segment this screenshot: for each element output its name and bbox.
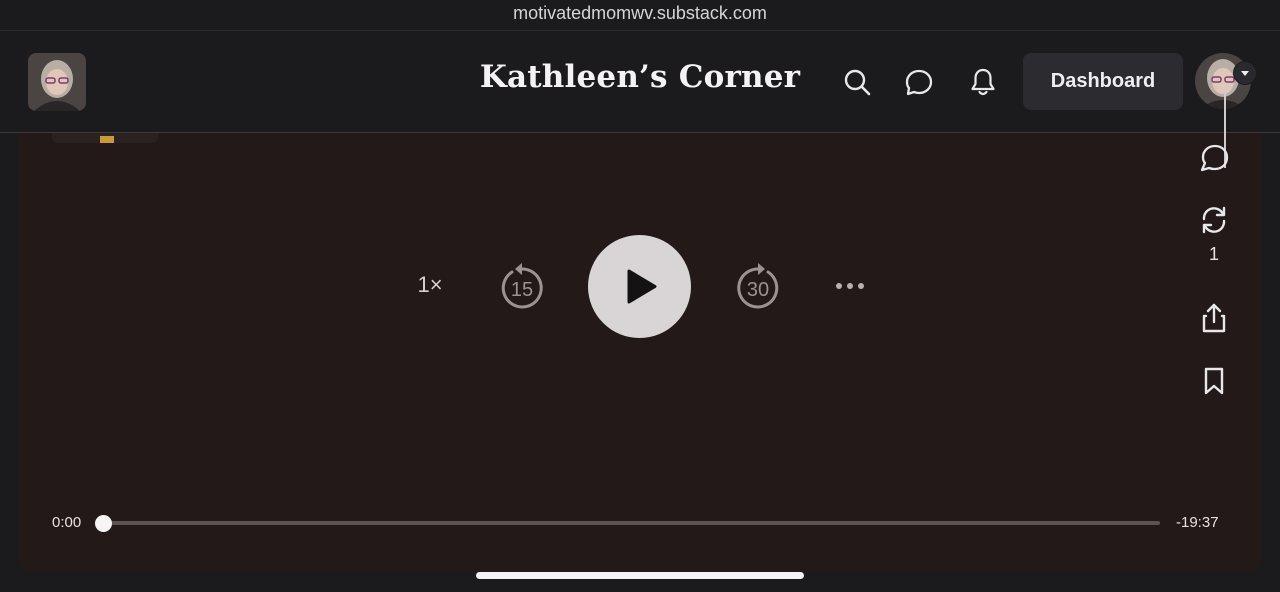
play-icon xyxy=(627,269,657,304)
chevron-down-icon[interactable] xyxy=(1233,61,1257,85)
bookmark-icon[interactable] xyxy=(1198,365,1230,397)
play-button[interactable] xyxy=(588,235,691,338)
skip-back-seconds: 15 xyxy=(511,279,533,301)
home-indicator[interactable] xyxy=(476,572,804,579)
comment-icon[interactable] xyxy=(1198,142,1230,174)
skip-back-15-button[interactable]: 15 xyxy=(498,262,546,310)
progress-track[interactable] xyxy=(104,521,1160,525)
more-options-button[interactable] xyxy=(834,276,866,296)
url-bar[interactable]: motivatedmomwv.substack.com xyxy=(0,0,1280,30)
publication-title[interactable]: Kathleen’s Corner xyxy=(470,59,810,95)
rewind-icon: 15 xyxy=(501,263,543,309)
dashboard-button[interactable]: Dashboard xyxy=(1023,53,1183,110)
skip-forward-seconds: 30 xyxy=(747,279,769,301)
audio-player xyxy=(18,133,1262,571)
bell-icon[interactable] xyxy=(968,67,998,97)
cover-image xyxy=(52,133,158,143)
progress-thumb[interactable] xyxy=(95,515,112,532)
forward-icon: 30 xyxy=(737,263,779,309)
site-header: Kathleen’s Corner Dashboard xyxy=(0,30,1280,133)
playback-speed-button[interactable]: 1× xyxy=(404,272,456,298)
skip-forward-30-button[interactable]: 30 xyxy=(734,262,782,310)
ellipsis-icon xyxy=(836,283,864,289)
search-icon[interactable] xyxy=(842,67,872,97)
share-icon[interactable] xyxy=(1198,302,1230,334)
restack-count: 1 xyxy=(1208,244,1219,264)
current-time: 0:00 xyxy=(52,514,82,531)
restack-icon[interactable] xyxy=(1198,204,1230,236)
publication-logo[interactable] xyxy=(28,53,86,111)
url-text: motivatedmomwv.substack.com xyxy=(513,3,767,23)
remaining-time: -19:37 xyxy=(1176,514,1219,531)
chat-icon[interactable] xyxy=(904,67,934,97)
